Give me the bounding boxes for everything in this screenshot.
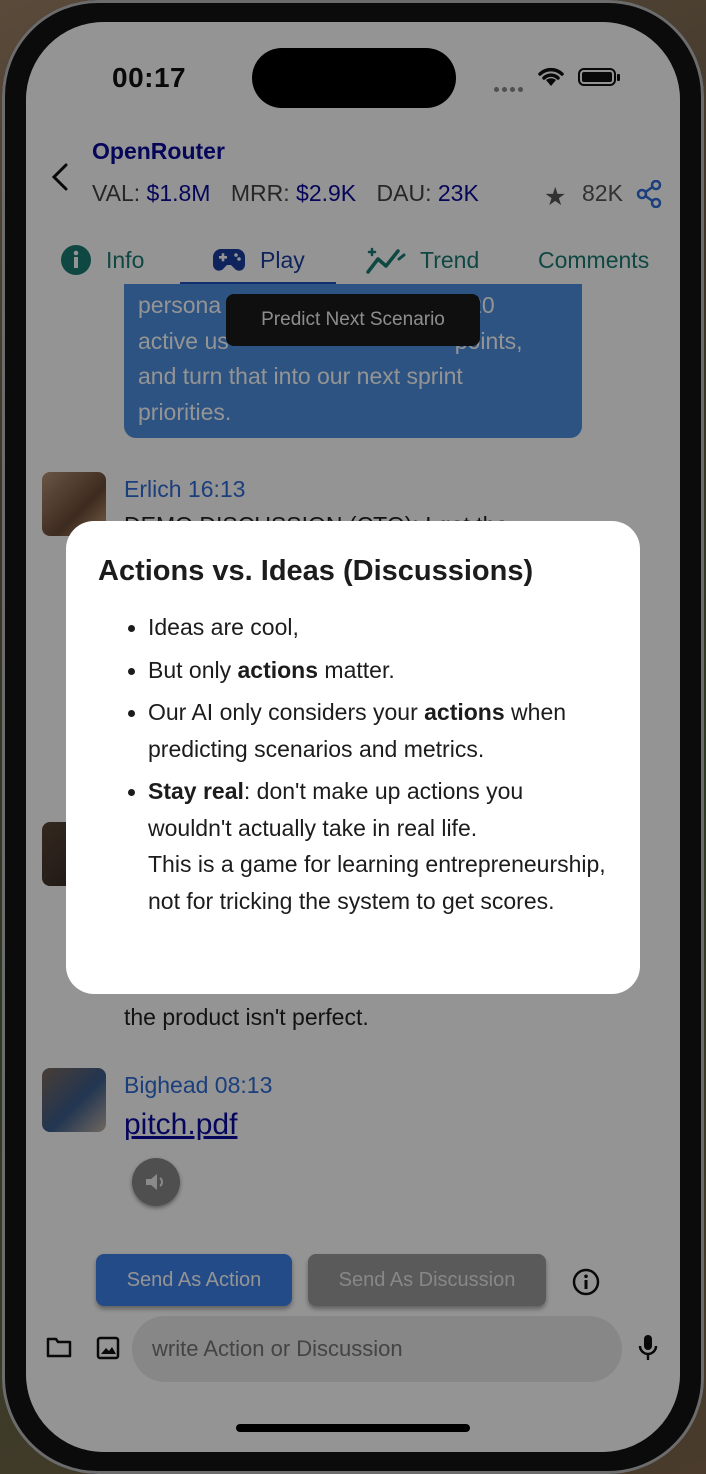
dialog-bullet-list: Ideas are cool, But only actions matter.… <box>98 609 608 919</box>
dialog-bullet-2: But only actions matter. <box>148 652 608 689</box>
bullet-4-line-3: not for tricking the system to get score… <box>148 887 555 914</box>
dialog-bullet-4: Stay real: don't make up actions you wou… <box>148 773 608 919</box>
app-screen: 00:17 OpenRouter VAL: $1.8M MRR: $2.9K D… <box>26 22 680 1452</box>
bullet-2-text-b: matter. <box>318 656 395 683</box>
bullet-2-bold: actions <box>237 656 319 683</box>
dialog-bullet-3: Our AI only considers your actions when … <box>148 694 608 767</box>
bullet-2-text-a: But only <box>148 656 238 683</box>
bullet-3-bold: actions <box>424 699 505 725</box>
dialog-bullet-1: Ideas are cool, <box>148 609 608 646</box>
bullet-4-line-2: This is a game for learning entrepreneur… <box>148 851 606 877</box>
bullet-3-text-a: Our AI only considers your <box>148 699 425 725</box>
bullet-1-text: Ideas are cool, <box>148 614 299 640</box>
dialog-title: Actions vs. Ideas (Discussions) <box>98 555 534 587</box>
bullet-4-bold: Stay real <box>148 778 244 804</box>
info-dialog: Actions vs. Ideas (Discussions) Ideas ar… <box>66 521 640 994</box>
